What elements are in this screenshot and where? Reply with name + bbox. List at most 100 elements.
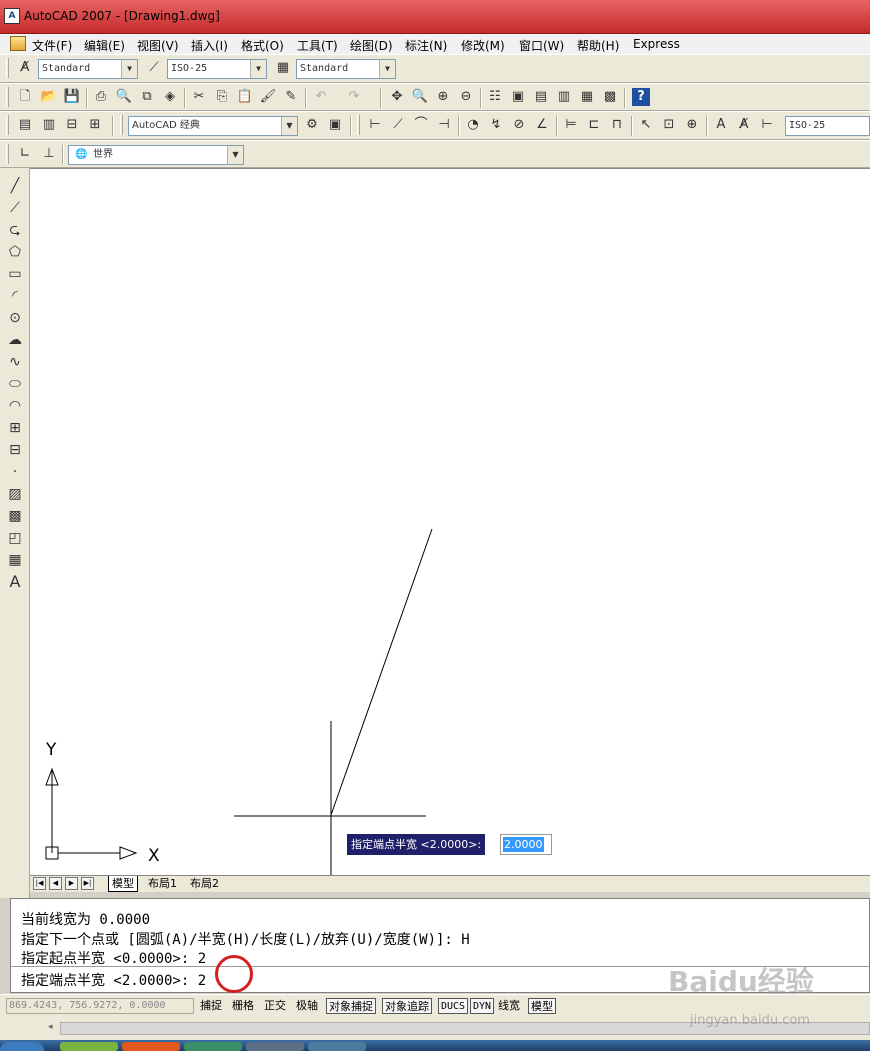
baseline-dim-icon[interactable]: ⊏ <box>585 116 603 134</box>
autocad-app-icon[interactable]: A <box>4 8 20 24</box>
scroll-left-icon[interactable]: ◂ <box>48 1022 53 1032</box>
toolbar-grip[interactable] <box>357 115 360 135</box>
otrack-toggle[interactable]: 对象追踪 <box>382 998 432 1014</box>
dyn-toggle[interactable]: DYN <box>470 998 495 1014</box>
markup-icon[interactable]: ▦ <box>578 88 596 106</box>
menu-dimension[interactable]: 标注(N) <box>405 37 447 54</box>
dynamic-input-field[interactable]: 2.0000 <box>500 834 552 855</box>
quick-dim-icon[interactable]: ⊨ <box>562 116 580 134</box>
match-properties-icon[interactable]: 🖌 <box>259 88 277 106</box>
prev-tab-button[interactable]: ◀ <box>49 877 62 890</box>
text-style-icon[interactable]: A̸ <box>16 59 34 77</box>
cut-icon[interactable]: ✂ <box>190 88 208 106</box>
help-icon[interactable]: ? <box>632 88 650 106</box>
undo-icon[interactable]: ↶ <box>312 88 330 106</box>
gradient-icon[interactable]: ▩ <box>6 507 24 525</box>
dim-style-icon[interactable]: ⟋ <box>145 59 163 77</box>
point-icon[interactable]: · <box>6 463 24 481</box>
toolbar-grip[interactable] <box>6 115 9 135</box>
sheet-set-icon[interactable]: ▥ <box>555 88 573 106</box>
polygon-icon[interactable]: ⬠ <box>6 243 24 261</box>
design-center-icon[interactable]: ▣ <box>509 88 527 106</box>
continue-dim-icon[interactable]: ⊓ <box>608 116 626 134</box>
tab-layout2[interactable]: 布局2 <box>187 876 222 892</box>
paste-icon[interactable]: 📋 <box>236 88 254 106</box>
tab-layout1[interactable]: 布局1 <box>145 876 180 892</box>
copy-icon[interactable]: ⎘ <box>213 88 231 106</box>
menu-tools[interactable]: 工具(T) <box>297 37 338 54</box>
radius-dim-icon[interactable]: ◔ <box>464 116 482 134</box>
hatch-icon[interactable]: ▨ <box>6 485 24 503</box>
snap-toggle[interactable]: 捕捉 <box>198 998 224 1014</box>
arc-icon[interactable]: ◜ <box>6 287 24 305</box>
menu-edit[interactable]: 编辑(E) <box>84 37 125 54</box>
last-tab-button[interactable]: ▶| <box>81 877 94 890</box>
menu-draw[interactable]: 绘图(D) <box>350 37 393 54</box>
leader-icon[interactable]: ↖ <box>637 116 655 134</box>
ellipse-arc-icon[interactable]: ◠ <box>6 397 24 415</box>
multiline-text-icon[interactable]: A <box>6 573 24 591</box>
ducs-toggle[interactable]: DUCS <box>438 998 469 1014</box>
pan-realtime-icon[interactable]: ✥ <box>388 88 406 106</box>
layer-previous-icon[interactable]: ⊟ <box>63 116 81 134</box>
dim-update-icon[interactable]: ⊢ <box>758 116 776 134</box>
insert-block-icon[interactable]: ⊞ <box>6 419 24 437</box>
polyline-icon[interactable]: ⮎ <box>6 221 24 239</box>
menu-view[interactable]: 视图(V) <box>137 37 179 54</box>
make-block-icon[interactable]: ⊟ <box>6 441 24 459</box>
diameter-dim-icon[interactable]: ⊘ <box>510 116 528 134</box>
center-mark-icon[interactable]: ⊕ <box>683 116 701 134</box>
menu-format[interactable]: 格式(O) <box>241 37 284 54</box>
revision-cloud-icon[interactable]: ☁ <box>6 331 24 349</box>
ucs-manager-icon[interactable]: ⊥ <box>40 145 58 163</box>
drawing-canvas[interactable]: Y X 指定端点半宽 <2.0000>: 2.0000 <box>30 168 870 876</box>
table-style-icon[interactable]: ▦ <box>274 59 292 77</box>
menu-window[interactable]: 窗口(W) <box>519 37 564 54</box>
workspace-settings-icon[interactable]: ⚙ <box>303 116 321 134</box>
linear-dim-icon[interactable]: ⊢ <box>366 116 384 134</box>
polyline-segment[interactable] <box>330 528 433 816</box>
tool-palettes-icon[interactable]: ▤ <box>532 88 550 106</box>
menu-insert[interactable]: 插入(I) <box>191 37 228 54</box>
tab-model[interactable]: 模型 <box>108 876 138 892</box>
circle-icon[interactable]: ⊙ <box>6 309 24 327</box>
table-icon[interactable]: ▦ <box>6 551 24 569</box>
document-icon[interactable] <box>10 36 26 51</box>
plot-preview-icon[interactable]: 🔍 <box>115 88 133 106</box>
ucs-icon[interactable]: ∟ <box>16 145 34 163</box>
properties-icon[interactable]: ☷ <box>486 88 504 106</box>
save-icon[interactable]: 💾 <box>63 88 81 106</box>
model-toggle[interactable]: 模型 <box>528 998 556 1014</box>
grid-toggle[interactable]: 栅格 <box>230 998 256 1014</box>
workspace-select[interactable]: AutoCAD 经典 ▼ <box>128 116 298 136</box>
menu-help[interactable]: 帮助(H) <box>577 37 619 54</box>
taskbar-app[interactable] <box>246 1042 304 1051</box>
spline-icon[interactable]: ∿ <box>6 353 24 371</box>
line-icon[interactable]: ╱ <box>6 177 24 195</box>
dim-style-select[interactable]: ISO-25 ▼ <box>167 59 267 79</box>
print-icon[interactable]: ⎙ <box>92 88 110 106</box>
jogged-dim-icon[interactable]: ↯ <box>487 116 505 134</box>
calculator-icon[interactable]: ▩ <box>601 88 619 106</box>
new-file-icon[interactable]: 🗋 <box>16 88 34 106</box>
toolbar-grip[interactable] <box>6 87 9 107</box>
ortho-toggle[interactable]: 正交 <box>262 998 288 1014</box>
toolbar-grip[interactable] <box>6 144 9 164</box>
construction-line-icon[interactable]: ⟋ <box>6 199 24 217</box>
zoom-window-icon[interactable]: ⊕ <box>434 88 452 106</box>
first-tab-button[interactable]: |◀ <box>33 877 46 890</box>
polar-toggle[interactable]: 极轴 <box>294 998 320 1014</box>
ucs-select[interactable]: 🌐 世界 ▼ <box>68 145 244 165</box>
zoom-previous-icon[interactable]: ⊖ <box>457 88 475 106</box>
dim-text-edit-icon[interactable]: A̸ <box>735 116 753 134</box>
3d-dwf-icon[interactable]: ◈ <box>161 88 179 106</box>
toolbar-grip[interactable] <box>120 115 123 135</box>
lineweight-toggle[interactable]: 线宽 <box>496 998 522 1014</box>
angular-dim-icon[interactable]: ∠ <box>533 116 551 134</box>
table-style-select[interactable]: Standard ▼ <box>296 59 396 79</box>
next-tab-button[interactable]: ▶ <box>65 877 78 890</box>
ordinate-dim-icon[interactable]: ⊣ <box>435 116 453 134</box>
region-icon[interactable]: ◰ <box>6 529 24 547</box>
layer-manager-icon[interactable]: ▤ <box>16 116 34 134</box>
dim-edit-icon[interactable]: A <box>712 116 730 134</box>
